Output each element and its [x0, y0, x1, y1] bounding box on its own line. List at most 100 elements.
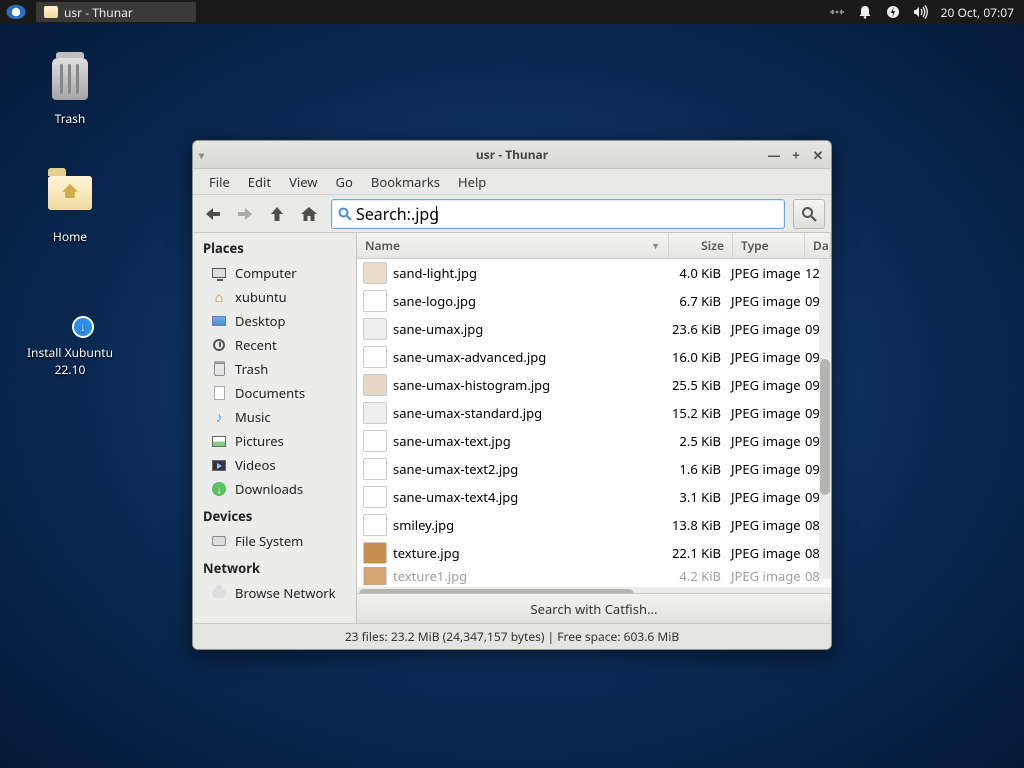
file-row[interactable]: sane-umax-text2.jpg1.6 KiBJPEG image09 — [357, 455, 831, 483]
menu-edit[interactable]: Edit — [240, 170, 279, 194]
search-field[interactable]: Search: .jpg — [331, 199, 785, 229]
sort-indicator-icon: ▼ — [651, 239, 660, 252]
forward-button[interactable] — [231, 200, 259, 228]
sidebar-item-xubuntu[interactable]: ⌂xubuntu — [193, 285, 356, 309]
column-header-type[interactable]: Type — [733, 233, 805, 258]
vertical-scrollbar-thumb[interactable] — [820, 359, 830, 495]
file-name: sand-light.jpg — [393, 264, 665, 282]
statusbar: 23 files: 23.2 MiB (24,347,157 bytes) | … — [193, 623, 831, 649]
column-header-name[interactable]: Name▼ — [357, 233, 669, 258]
sidebar-item-label: xubuntu — [235, 288, 287, 306]
menu-view[interactable]: View — [281, 170, 325, 194]
panel-tray: 20 Oct, 07:07 — [829, 4, 1024, 21]
file-row[interactable]: sane-umax-text.jpg2.5 KiBJPEG image09 — [357, 427, 831, 455]
close-button[interactable]: ✕ — [811, 148, 825, 162]
menu-help[interactable]: Help — [450, 170, 494, 194]
sidebar-item-music[interactable]: ♪Music — [193, 405, 356, 429]
xfce-mouse-icon — [12, 8, 20, 16]
clock-icon — [213, 339, 225, 351]
window-menu-icon[interactable]: ▾ — [199, 148, 204, 162]
file-row[interactable]: sand-light.jpg4.0 KiBJPEG image12 — [357, 259, 831, 287]
desktop-icon-installer[interactable]: Install Xubuntu 22.10 — [20, 292, 120, 378]
file-thumbnail-icon — [363, 402, 387, 424]
sidebar-item-recent[interactable]: Recent — [193, 333, 356, 357]
file-name: sane-umax-text2.jpg — [393, 460, 665, 478]
statusbar-text: 23 files: 23.2 MiB (24,347,157 bytes) | … — [345, 628, 679, 645]
maximize-button[interactable]: + — [789, 148, 803, 162]
search-prefix: Search: — [356, 203, 411, 225]
taskbar-item-thunar[interactable]: usr - Thunar — [36, 2, 196, 22]
sidebar-places-header: Places — [193, 233, 356, 261]
menu-file[interactable]: File — [201, 170, 238, 194]
minimize-button[interactable]: — — [767, 148, 781, 162]
sidebar-item-label: Trash — [235, 360, 268, 378]
file-row[interactable]: texture1.jpg4.2 KiBJPEG image08 — [357, 567, 831, 585]
file-list-scroll[interactable]: sand-light.jpg4.0 KiBJPEG image12sane-lo… — [357, 259, 831, 593]
sidebar-item-videos[interactable]: Videos — [193, 453, 356, 477]
file-thumbnail-icon — [363, 374, 387, 396]
file-row[interactable]: smiley.jpg13.8 KiBJPEG image08 — [357, 511, 831, 539]
file-type: JPEG image — [727, 404, 803, 422]
horizontal-scrollbar[interactable] — [357, 587, 831, 593]
file-type: JPEG image — [727, 376, 803, 394]
network-icon[interactable] — [829, 4, 845, 20]
file-thumbnail-icon — [363, 567, 387, 585]
parent-button[interactable] — [263, 200, 291, 228]
sidebar-item-computer[interactable]: Computer — [193, 261, 356, 285]
trash-icon — [214, 363, 225, 376]
file-row[interactable]: sane-umax-advanced.jpg16.0 KiBJPEG image… — [357, 343, 831, 371]
file-row[interactable]: sane-umax-histogram.jpg25.5 KiBJPEG imag… — [357, 371, 831, 399]
home-button[interactable] — [295, 200, 323, 228]
sidebar-item-desktop[interactable]: Desktop — [193, 309, 356, 333]
power-manager-icon[interactable] — [885, 4, 901, 20]
sidebar-item-label: Documents — [235, 384, 305, 402]
sidebar-item-trash[interactable]: Trash — [193, 357, 356, 381]
desktop-icon-label: Home — [20, 228, 120, 245]
sidebar-item-label: Videos — [235, 456, 276, 474]
desktop-icon-trash[interactable]: Trash — [20, 58, 120, 127]
sidebar-item-browsenetwork[interactable]: Browse Network — [193, 581, 356, 605]
monitor-icon — [212, 268, 226, 278]
file-thumbnail-icon — [363, 486, 387, 508]
whisker-menu-button[interactable] — [6, 5, 25, 19]
file-row[interactable]: texture.jpg22.1 KiBJPEG image08 — [357, 539, 831, 567]
sidebar: Places Computer ⌂xubuntu Desktop Recent … — [193, 233, 357, 623]
installer-disc-icon — [48, 292, 92, 336]
volume-icon[interactable] — [913, 4, 929, 20]
file-row[interactable]: sane-umax-text4.jpg3.1 KiBJPEG image09 — [357, 483, 831, 511]
search-button[interactable] — [793, 199, 825, 229]
back-button[interactable] — [199, 200, 227, 228]
file-type: JPEG image — [727, 292, 803, 310]
menu-go[interactable]: Go — [328, 170, 361, 194]
file-type: JPEG image — [727, 348, 803, 366]
sidebar-item-downloads[interactable]: ↓Downloads — [193, 477, 356, 501]
titlebar[interactable]: ▾ usr - Thunar — + ✕ — [193, 141, 831, 169]
file-row[interactable]: sane-umax-standard.jpg15.2 KiBJPEG image… — [357, 399, 831, 427]
file-size: 16.0 KiB — [665, 348, 727, 366]
sidebar-devices-header: Devices — [193, 501, 356, 529]
file-thumbnail-icon — [363, 262, 387, 284]
file-row[interactable]: sane-logo.jpg6.7 KiBJPEG image09 — [357, 287, 831, 315]
sidebar-item-label: Desktop — [235, 312, 286, 330]
sidebar-item-filesystem[interactable]: File System — [193, 529, 356, 553]
search-icon — [338, 207, 352, 221]
clock[interactable]: 20 Oct, 07:07 — [941, 4, 1014, 21]
desktop-icon-home[interactable]: Home — [20, 168, 120, 245]
sidebar-item-pictures[interactable]: Pictures — [193, 429, 356, 453]
column-header-date[interactable]: Da — [805, 233, 831, 258]
catfish-search-button[interactable]: Search with Catfish... — [357, 593, 831, 623]
file-size: 4.2 KiB — [665, 567, 727, 585]
search-value: .jpg — [411, 203, 439, 225]
window-body: Places Computer ⌂xubuntu Desktop Recent … — [193, 233, 831, 623]
notifications-bell-icon[interactable] — [857, 4, 873, 20]
sidebar-item-documents[interactable]: Documents — [193, 381, 356, 405]
taskbar-item-label: usr - Thunar — [64, 4, 133, 21]
column-header-size[interactable]: Size — [669, 233, 733, 258]
file-row[interactable]: sane-umax.jpg23.6 KiBJPEG image09 — [357, 315, 831, 343]
menu-bookmarks[interactable]: Bookmarks — [363, 170, 448, 194]
file-size: 15.2 KiB — [665, 404, 727, 422]
vertical-scrollbar[interactable] — [819, 259, 831, 579]
folder-icon — [44, 6, 58, 18]
cloud-icon — [212, 589, 226, 598]
file-name: sane-umax.jpg — [393, 320, 665, 338]
